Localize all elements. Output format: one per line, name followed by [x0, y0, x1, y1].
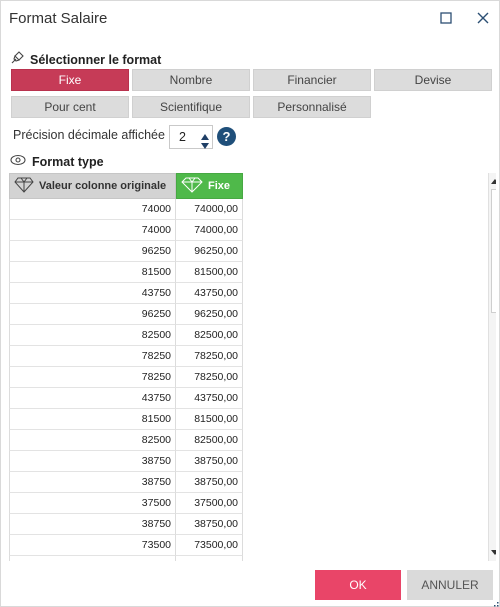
format-button-pour-cent[interactable]: Pour cent — [11, 96, 129, 118]
cell-formatted-value: 96250,00 — [176, 241, 243, 262]
format-button-fixe[interactable]: Fixe — [11, 69, 129, 91]
diamond-icon — [181, 177, 203, 196]
table-row[interactable]: 4800048000,00 — [9, 556, 243, 561]
spin-up-icon[interactable] — [200, 128, 210, 140]
eye-icon — [10, 154, 26, 169]
table-row[interactable]: 96250 96250,00 — [9, 241, 243, 262]
cell-formatted-value: 82500,00 — [176, 430, 243, 451]
table-row[interactable]: 82500 82500,00 — [9, 325, 243, 346]
preview-grid: Valeur colonne originale Fixe 74000 74000… — [9, 173, 496, 561]
column-header-original-label: Valeur colonne originale — [39, 180, 167, 192]
table-row[interactable]: 82500 82500,00 — [9, 430, 243, 451]
cell-formatted-value: 81500,00 — [176, 409, 243, 430]
table-row[interactable]: 81500 81500,00 — [9, 409, 243, 430]
format-brush-icon — [10, 51, 24, 68]
cell-formatted-value: 74000,00 — [176, 199, 243, 220]
cell-original-value: 37500 — [9, 493, 176, 514]
cell-original-value: 74000 — [9, 199, 176, 220]
cell-formatted-value: 81500,00 — [176, 262, 243, 283]
cell-original-value: 38750 — [9, 472, 176, 493]
format-button-personnalise[interactable]: Personnalisé — [253, 96, 371, 118]
maximize-icon[interactable] — [438, 10, 454, 26]
scroll-up-icon[interactable] — [490, 175, 496, 187]
cell-formatted-value: 43750,00 — [176, 388, 243, 409]
type-section-label: Format type — [32, 154, 104, 169]
table-row[interactable]: 73500 73500,00 — [9, 535, 243, 556]
vertical-scrollbar[interactable] — [488, 173, 496, 561]
cell-formatted-value: 74000,00 — [176, 220, 243, 241]
format-button-scientifique[interactable]: Scientifique — [132, 96, 250, 118]
cell-formatted-value: 48000,00 — [176, 556, 243, 561]
diamond-icon — [14, 177, 34, 196]
cell-formatted-value: 73500,00 — [176, 535, 243, 556]
format-button-devise[interactable]: Devise — [374, 69, 492, 91]
title-bar: Format Salaire — [1, 1, 499, 37]
type-section-header: Format type — [10, 154, 104, 169]
dialog-title: Format Salaire — [9, 10, 108, 27]
table-row[interactable]: 74000 74000,00 — [9, 220, 243, 241]
column-header-format[interactable]: Fixe — [176, 173, 243, 199]
cell-original-value: 96250 — [9, 304, 176, 325]
cell-original-value: 43750 — [9, 283, 176, 304]
table-row[interactable]: 96250 96250,00 — [9, 304, 243, 325]
table-row[interactable]: 38750 38750,00 — [9, 514, 243, 535]
cell-formatted-value: 78250,00 — [176, 346, 243, 367]
cell-formatted-value: 38750,00 — [176, 514, 243, 535]
cell-formatted-value: 43750,00 — [176, 283, 243, 304]
cell-original-value: 78250 — [9, 367, 176, 388]
resize-grip-icon[interactable] — [490, 597, 499, 607]
cell-formatted-value: 38750,00 — [176, 472, 243, 493]
cell-original-value: 43750 — [9, 388, 176, 409]
table-row[interactable]: 38750 38750,00 — [9, 472, 243, 493]
table-row[interactable]: 38750 38750,00 — [9, 451, 243, 472]
table-row[interactable]: 43750 43750,00 — [9, 283, 243, 304]
grid-rows: 74000 74000,00 74000 74000,00 96250 96250,00 8… — [9, 199, 243, 561]
cell-formatted-value: 82500,00 — [176, 325, 243, 346]
precision-stepper[interactable]: 2 — [169, 125, 213, 149]
precision-label: Précision décimale affichée : — [13, 128, 172, 142]
cell-original-value: 81500 — [9, 262, 176, 283]
format-section-label: Sélectionner le format — [30, 52, 162, 67]
cancel-button[interactable]: ANNULER — [407, 570, 493, 600]
column-header-format-label: Fixe — [208, 180, 231, 192]
format-button-financier[interactable]: Financier — [253, 69, 371, 91]
format-button-nombre[interactable]: Nombre — [132, 69, 250, 91]
table-row[interactable]: 81500 81500,00 — [9, 262, 243, 283]
table-row[interactable]: 43750 43750,00 — [9, 388, 243, 409]
cell-formatted-value: 38750,00 — [176, 451, 243, 472]
cell-original-value: 82500 — [9, 430, 176, 451]
cell-original-value: 38750 — [9, 514, 176, 535]
table-row[interactable]: 74000 74000,00 — [9, 199, 243, 220]
ok-button[interactable]: OK — [315, 570, 401, 600]
cell-original-value: 48000 — [9, 556, 176, 561]
cell-formatted-value: 37500,00 — [176, 493, 243, 514]
scrollbar-thumb[interactable] — [491, 189, 496, 313]
scroll-down-icon[interactable] — [490, 547, 496, 559]
table-row[interactable]: 78250 78250,00 — [9, 367, 243, 388]
precision-value[interactable]: 2 — [179, 130, 186, 144]
cell-original-value: 78250 — [9, 346, 176, 367]
cell-formatted-value: 96250,00 — [176, 304, 243, 325]
cell-original-value: 82500 — [9, 325, 176, 346]
cell-formatted-value: 78250,00 — [176, 367, 243, 388]
cell-original-value: 81500 — [9, 409, 176, 430]
column-header-original[interactable]: Valeur colonne originale — [9, 173, 176, 199]
format-section-header: Sélectionner le format — [10, 51, 161, 68]
close-icon[interactable] — [475, 10, 491, 26]
cell-original-value: 96250 — [9, 241, 176, 262]
help-icon[interactable]: ? — [217, 127, 236, 146]
table-row[interactable]: 37500 37500,00 — [9, 493, 243, 514]
cell-original-value: 73500 — [9, 535, 176, 556]
cell-original-value: 38750 — [9, 451, 176, 472]
format-dialog: Format Salaire Sélectionner le format Fi… — [0, 0, 500, 607]
table-row[interactable]: 78250 78250,00 — [9, 346, 243, 367]
cell-original-value: 74000 — [9, 220, 176, 241]
spin-down-icon[interactable] — [200, 138, 210, 149]
